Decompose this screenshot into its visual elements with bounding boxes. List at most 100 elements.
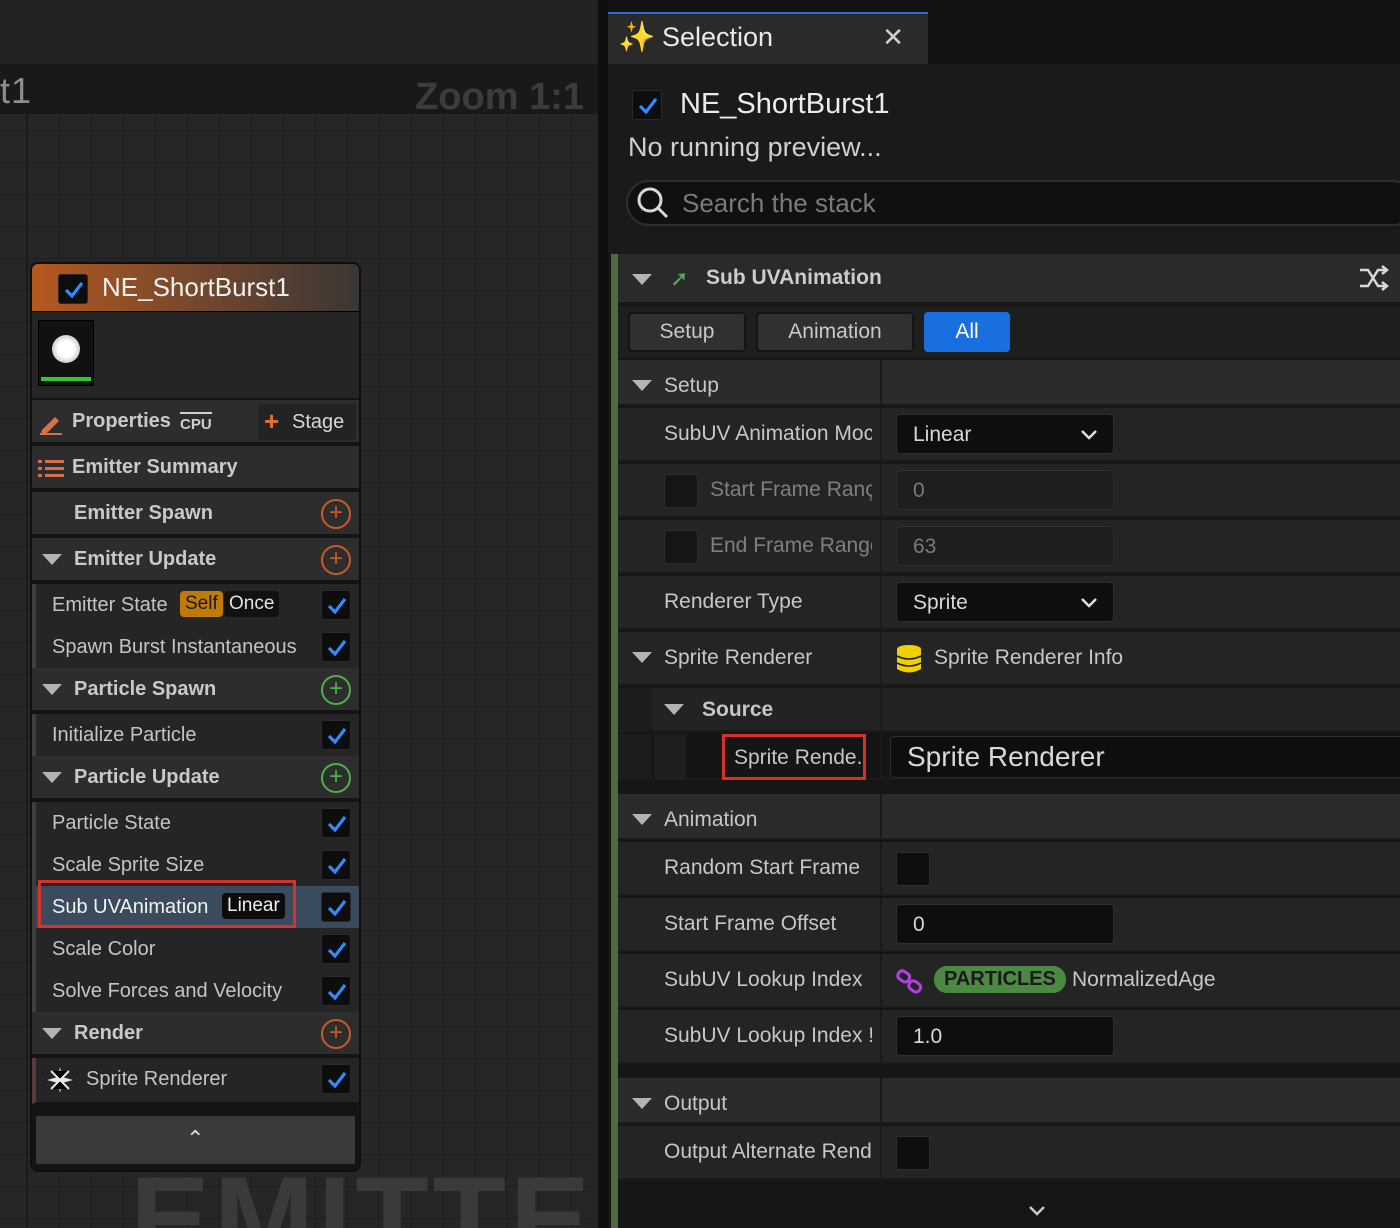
start-offset-input[interactable]: 0: [896, 904, 1114, 944]
link-icon[interactable]: [896, 968, 924, 996]
filter-bar: Setup Animation All: [618, 306, 1400, 358]
graph-header: t1 Zoom 1:1: [0, 64, 598, 118]
add-emitter-update-module-button[interactable]: +: [321, 545, 351, 575]
collapse-triangle-icon[interactable]: [42, 1028, 62, 1039]
pencil-icon: [40, 417, 62, 435]
solve-forces-row[interactable]: Solve Forces and Velocity: [32, 970, 359, 1014]
close-icon[interactable]: ✕: [882, 22, 904, 53]
solve-forces-checkbox[interactable]: [321, 976, 351, 1006]
source-category-row[interactable]: Source: [618, 688, 1400, 732]
filter-all-button[interactable]: All: [924, 312, 1010, 352]
sprite-renderer-checkbox[interactable]: [321, 1064, 351, 1094]
add-particle-update-module-button[interactable]: +: [321, 763, 351, 793]
emitter-state-row[interactable]: Emitter State Self Once: [32, 584, 359, 628]
initialize-particle-row[interactable]: Initialize Particle: [32, 714, 359, 758]
stage-label: Stage: [292, 411, 345, 433]
tab-bar: ✨ Selection ✕: [608, 0, 1400, 64]
animation-category-label: Animation: [664, 808, 758, 831]
stack-accent-bar: [611, 254, 618, 1228]
collapse-triangle-icon[interactable]: [42, 554, 62, 565]
particle-spawn-label: Particle Spawn: [74, 678, 217, 700]
filter-setup-button[interactable]: Setup: [628, 312, 746, 352]
collapse-triangle-icon[interactable]: [632, 814, 652, 825]
lookup-index-scale-input[interactable]: 1.0: [896, 1016, 1114, 1056]
spawn-burst-row[interactable]: Spawn Burst Instantaneous: [32, 626, 359, 670]
output-category-row[interactable]: Output: [618, 1078, 1400, 1124]
zoom-level: Zoom 1:1: [415, 76, 584, 118]
emitter-preview-area: [32, 312, 359, 398]
system-graph[interactable]: t1 Zoom 1:1 EMITTER NE_ShortBurst1: [0, 0, 598, 1228]
collapse-triangle-icon[interactable]: [664, 704, 684, 715]
niagara-editor: t1 Zoom 1:1 EMITTER NE_ShortBurst1: [0, 0, 1400, 1228]
add-particle-spawn-module-button[interactable]: +: [321, 675, 351, 705]
scale-sprite-size-label: Scale Sprite Size: [52, 854, 205, 876]
checkmark-icon: [638, 98, 658, 115]
filter-animation-button[interactable]: Animation: [756, 312, 914, 352]
setup-category-label: Setup: [664, 374, 719, 397]
scale-color-checkbox[interactable]: [321, 934, 351, 964]
end-frame-enable-checkbox[interactable]: [664, 530, 698, 564]
random-start-checkbox[interactable]: [896, 852, 930, 886]
collapse-triangle-icon[interactable]: [632, 380, 652, 391]
initialize-particle-checkbox[interactable]: [321, 720, 351, 750]
sprite-renderer-category-row[interactable]: Sprite Renderer Sprite Renderer Info: [618, 632, 1400, 686]
render-row[interactable]: Render +: [32, 1012, 359, 1056]
start-frame-row: Start Frame Ranç 0: [618, 464, 1400, 518]
emitter-spawn-row[interactable]: Emitter Spawn +: [32, 492, 359, 536]
sprite-renderer-source-dropdown[interactable]: Sprite Renderer: [890, 736, 1400, 778]
collapse-triangle-icon[interactable]: [42, 684, 62, 695]
emitter-node-header[interactable]: NE_ShortBurst1: [32, 264, 359, 312]
column-splitter: [880, 734, 882, 778]
subuv-mode-dropdown[interactable]: Linear: [896, 414, 1114, 454]
column-splitter: [880, 898, 882, 950]
collapse-node-button[interactable]: ⌃: [36, 1116, 355, 1164]
emitter-node[interactable]: NE_ShortBurst1 Properties CPU + Stage Em…: [30, 262, 361, 1172]
setup-category-row[interactable]: Setup: [618, 360, 1400, 406]
emitter-thumbnail[interactable]: [38, 320, 94, 386]
start-frame-label: Start Frame Ranç: [710, 478, 872, 501]
start-frame-enable-checkbox[interactable]: [664, 474, 698, 508]
output-alternate-checkbox[interactable]: [896, 1136, 930, 1170]
end-frame-input[interactable]: 63: [896, 526, 1114, 566]
graph-divider-line: [26, 114, 28, 1228]
collapse-triangle-icon[interactable]: [632, 652, 652, 663]
emitter-summary-row[interactable]: Emitter Summary: [32, 446, 359, 490]
tab-selection[interactable]: ✨ Selection ✕: [608, 12, 928, 64]
scale-color-row[interactable]: Scale Color: [32, 928, 359, 972]
emitter-enable-checkbox[interactable]: [58, 274, 88, 304]
selected-emitter-checkbox[interactable]: [632, 90, 662, 120]
renderer-type-dropdown[interactable]: Sprite: [896, 582, 1114, 622]
sprite-renderer-category-label: Sprite Renderer: [664, 646, 813, 669]
start-frame-input[interactable]: 0: [896, 470, 1114, 510]
graph-title: t1: [0, 70, 33, 111]
scale-sprite-size-checkbox[interactable]: [321, 850, 351, 880]
spawn-burst-checkbox[interactable]: [321, 632, 351, 662]
indent-gutter: [618, 734, 652, 780]
particle-state-checkbox[interactable]: [321, 808, 351, 838]
collapse-triangle-icon[interactable]: [632, 1098, 652, 1109]
particle-spawn-row[interactable]: Particle Spawn +: [32, 668, 359, 712]
add-renderer-button[interactable]: +: [321, 1019, 351, 1049]
particle-state-row[interactable]: Particle State: [32, 802, 359, 846]
output-category-label: Output: [664, 1092, 728, 1115]
collapse-triangle-icon[interactable]: [632, 274, 652, 285]
emitter-update-row[interactable]: Emitter Update +: [32, 538, 359, 582]
chevron-down-icon[interactable]: [1026, 1200, 1048, 1222]
add-emitter-spawn-module-button[interactable]: +: [321, 499, 351, 529]
search-input[interactable]: [682, 185, 1382, 221]
emitter-state-checkbox[interactable]: [321, 590, 351, 620]
animation-category-row[interactable]: Animation: [618, 794, 1400, 840]
properties-row[interactable]: Properties CPU + Stage: [32, 400, 359, 444]
particle-update-row[interactable]: Particle Update +: [32, 756, 359, 800]
indent-gutter: [618, 688, 652, 732]
sub-uv-animation-checkbox[interactable]: [321, 892, 351, 922]
add-stage-button[interactable]: + Stage: [258, 404, 356, 440]
once-badge: Once: [224, 591, 280, 617]
panel-splitter[interactable]: [598, 0, 608, 1228]
search-box[interactable]: [626, 180, 1400, 226]
module-header[interactable]: ➚ Sub UVAnimation: [618, 254, 1400, 304]
lookup-index-scale-row: SubUV Lookup Index ! 1.0: [618, 1010, 1400, 1064]
shuffle-icon[interactable]: [1358, 262, 1390, 294]
collapse-triangle-icon[interactable]: [42, 772, 62, 783]
sprite-renderer-row[interactable]: Sprite Renderer: [32, 1058, 359, 1104]
